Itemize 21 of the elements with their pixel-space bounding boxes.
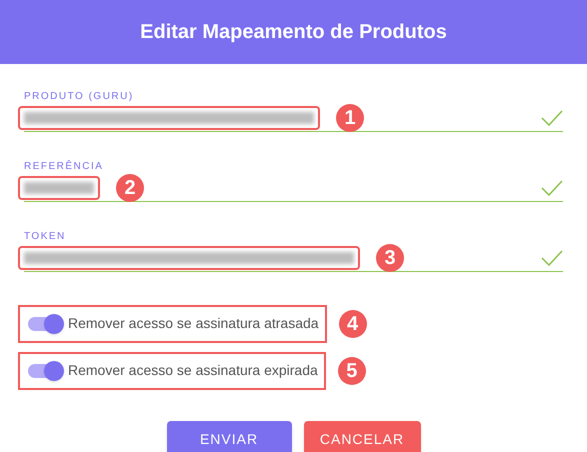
toggle-label: Remover acesso se assinatura expirada [68, 361, 318, 380]
toggle-switch[interactable] [28, 360, 64, 380]
dialog-title: Editar Mapeamento de Produtos [140, 20, 447, 45]
text-field[interactable]: 3 [24, 244, 563, 272]
toggle-label: Remover acesso se assinatura atrasada [68, 314, 319, 333]
submit-button[interactable]: ENVIAR [166, 421, 292, 452]
cancel-button[interactable]: CANCELAR [304, 421, 420, 452]
check-icon [541, 110, 563, 126]
number-marker: 3 [376, 244, 404, 272]
field-label: TOKEN [24, 230, 67, 244]
text-field[interactable]: 1 [24, 104, 563, 132]
number-marker: 4 [338, 310, 367, 338]
check-icon [541, 250, 563, 266]
field-label: PRODUTO (GURU) [24, 90, 135, 104]
toggle-switch[interactable] [28, 314, 64, 334]
check-icon [541, 180, 563, 196]
text-field[interactable]: 2 [24, 174, 563, 202]
number-marker: 1 [336, 104, 364, 132]
number-marker: 5 [338, 356, 366, 384]
field-label: REFERÊNCIA [24, 160, 104, 174]
number-marker: 2 [116, 174, 144, 202]
